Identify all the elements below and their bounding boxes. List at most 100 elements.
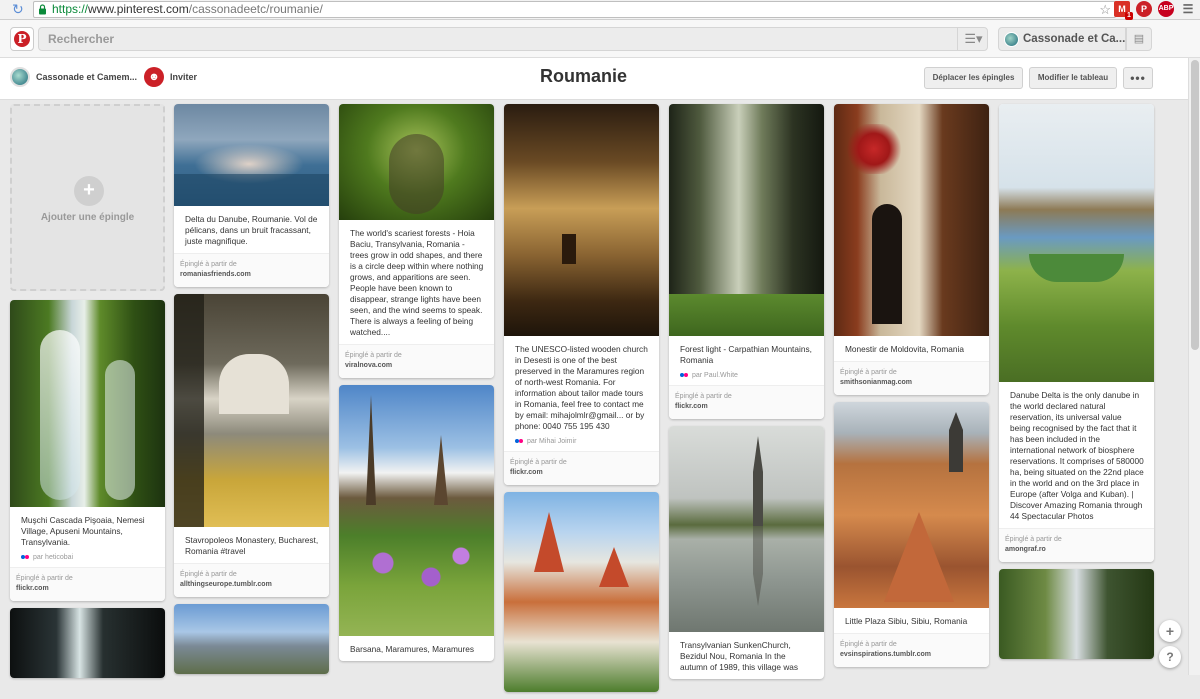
pin-image-forest-hoia[interactable]	[339, 104, 494, 220]
pin-grid: + Ajouter une épingle Muşchi Cascada Piş…	[0, 100, 1188, 692]
pin-via: par Mihai Joimir	[504, 438, 659, 451]
pin-description: Transylvanian SunkenChurch, Bezidul Nou,…	[680, 640, 799, 672]
pin-source[interactable]: Épinglé à partir de flickr.com	[669, 385, 824, 419]
extension-icons: M1 P ABP ☰	[1114, 1, 1196, 20]
source-prefix: Épinglé à partir de	[840, 641, 897, 648]
address-bar[interactable]: https://www.pinterest.com/cassonadeetc/r…	[33, 1, 1116, 18]
pin-source[interactable]: Épinglé à partir de smithsonianmag.com	[834, 361, 989, 395]
source-domain: romaniasfriends.com	[180, 271, 251, 278]
pin-source[interactable]: Épinglé à partir de flickr.com	[10, 567, 165, 601]
pin-description: The UNESCO-listed wooden church in Deses…	[515, 344, 648, 431]
source-domain: flickr.com	[16, 585, 49, 592]
pin-image-danube-delta[interactable]	[999, 104, 1154, 382]
pin-card[interactable]: Muşchi Cascada Pişoaia, Nemesi Village, …	[10, 300, 165, 601]
page-scrollbar[interactable]	[1188, 58, 1200, 675]
pin-image-mountains[interactable]	[174, 604, 329, 674]
pinterest-extension-icon[interactable]: P	[1136, 1, 1152, 17]
pin-card[interactable]: Little Plaza Sibiu, Sibiu, Romania Éping…	[834, 402, 989, 667]
pin-image-sibiu[interactable]	[834, 402, 989, 608]
adblock-icon[interactable]: ABP	[1158, 1, 1174, 17]
pin-card[interactable]: The UNESCO-listed wooden church in Deses…	[504, 104, 659, 485]
pin-image-sunken-church[interactable]	[669, 426, 824, 632]
pin-image-wooden-church[interactable]	[504, 104, 659, 336]
categories-menu-icon[interactable]: ☰▾	[957, 28, 989, 50]
pin-via: par Paul.White	[669, 372, 824, 385]
flickr-icon	[515, 439, 523, 444]
board-owner[interactable]: Cassonade et Camem...	[10, 67, 137, 87]
user-name: Cassonade et Ca...	[1023, 33, 1126, 45]
pin-source[interactable]: Épinglé à partir de evsinspirations.tumbl…	[834, 633, 989, 667]
source-domain: allthingseurope.tumblr.com	[180, 581, 272, 588]
pin-image-forest-light[interactable]	[669, 104, 824, 336]
pin-source[interactable]: Épinglé à partir de allthingseurope.tumbl…	[174, 563, 329, 597]
pin-card[interactable]: The world's scariest forests - Hoia Baci…	[339, 104, 494, 378]
pin-description: Delta du Danube, Roumanie. Vol de pélica…	[185, 214, 318, 246]
pin-card[interactable]: Forest light - Carpathian Mountains, Rom…	[669, 104, 824, 419]
pin-card[interactable]	[174, 604, 329, 674]
board-header: Cassonade et Camem... ☻ Inviter Roumanie …	[0, 58, 1200, 100]
source-prefix: Épinglé à partir de	[345, 352, 402, 359]
pin-source[interactable]: Épinglé à partir de romaniasfriends.com	[174, 253, 329, 287]
gmail-badge: 1	[1125, 12, 1133, 20]
pin-via-user[interactable]: par Mihai Joimir	[527, 438, 576, 445]
pin-image-barsana[interactable]	[339, 385, 494, 636]
pin-card[interactable]	[10, 608, 165, 678]
edit-board-button[interactable]: Modifier le tableau	[1029, 67, 1117, 89]
source-domain: evsinspirations.tumblr.com	[840, 651, 932, 658]
pin-image-cave[interactable]	[10, 608, 165, 678]
source-prefix: Épinglé à partir de	[1005, 536, 1062, 543]
search-input[interactable]: Rechercher	[38, 27, 988, 51]
owner-name: Cassonade et Camem...	[36, 72, 138, 82]
pin-image-pelicans[interactable]	[174, 104, 329, 206]
source-prefix: Épinglé à partir de	[16, 575, 73, 582]
pinterest-logo-button[interactable]: P	[10, 27, 34, 51]
add-user-icon: ☻	[144, 67, 164, 87]
pin-card[interactable]: Monestir de Moldovita, Romania Épinglé à…	[834, 104, 989, 395]
invite-button[interactable]: ☻ Inviter	[144, 67, 197, 87]
pin-image-church-trees[interactable]	[999, 569, 1154, 659]
add-pin-button[interactable]: + Ajouter une épingle	[10, 104, 165, 291]
pin-description: The world's scariest forests - Hoia Baci…	[350, 228, 484, 337]
pin-via-user[interactable]: par Paul.White	[692, 372, 738, 379]
url-scheme: https://	[52, 2, 89, 16]
pin-description: Stavropoleos Monastery, Bucharest, Roman…	[185, 535, 319, 556]
invite-label: Inviter	[170, 72, 198, 82]
pin-image-monastery[interactable]	[174, 294, 329, 527]
pinterest-header: P Rechercher ☰▾ Cassonade et Ca... ▤	[0, 20, 1200, 58]
source-domain: smithsonianmag.com	[840, 379, 912, 386]
pin-source[interactable]: Épinglé à partir de amongraf.ro	[999, 528, 1154, 562]
scrollbar-thumb[interactable]	[1191, 60, 1199, 350]
menu-icon[interactable]: ☰	[1180, 1, 1196, 17]
source-domain: flickr.com	[510, 469, 543, 476]
flickr-icon	[21, 555, 29, 560]
pin-image-moldovita[interactable]	[834, 104, 989, 336]
url-host: www.pinterest.com	[88, 2, 189, 16]
pin-card[interactable]	[999, 569, 1154, 659]
help-icon[interactable]: ?	[1159, 646, 1181, 668]
add-icon[interactable]: +	[1159, 620, 1181, 642]
user-profile-button[interactable]: Cassonade et Ca...	[998, 27, 1126, 51]
pin-via-user[interactable]: par heticobai	[33, 554, 73, 561]
pin-card[interactable]: Barsana, Maramures, Maramures	[339, 385, 494, 661]
pin-image-bran-castle[interactable]	[504, 492, 659, 692]
pin-card[interactable]	[504, 492, 659, 692]
pin-source[interactable]: Épinglé à partir de flickr.com	[504, 451, 659, 485]
pin-card[interactable]: Stavropoleos Monastery, Bucharest, Roman…	[174, 294, 329, 597]
pinterest-logo-icon: P	[14, 31, 30, 47]
add-pin-label: Ajouter une épingle	[40, 212, 135, 223]
reload-icon[interactable]: ↻	[12, 2, 26, 16]
pin-card[interactable]: Transylvanian SunkenChurch, Bezidul Nou,…	[669, 426, 824, 679]
pin-card[interactable]: Delta du Danube, Roumanie. Vol de pélica…	[174, 104, 329, 287]
gmail-icon[interactable]: M1	[1114, 1, 1133, 20]
pin-image-waterfall[interactable]	[10, 300, 165, 507]
pin-card[interactable]: Danube Delta is the only danube in the w…	[999, 104, 1154, 562]
move-pins-button[interactable]: Déplacer les épingles	[924, 67, 1023, 89]
star-icon[interactable]: ☆	[1099, 2, 1111, 17]
avatar	[1004, 32, 1019, 47]
source-domain: viralnova.com	[345, 362, 393, 369]
more-options-button[interactable]: •••	[1123, 67, 1153, 89]
pin-source[interactable]: Épinglé à partir de viralnova.com	[339, 344, 494, 378]
source-prefix: Épinglé à partir de	[180, 261, 237, 268]
notifications-icon[interactable]: ▤	[1126, 27, 1152, 51]
page-title: Roumanie	[540, 66, 628, 86]
